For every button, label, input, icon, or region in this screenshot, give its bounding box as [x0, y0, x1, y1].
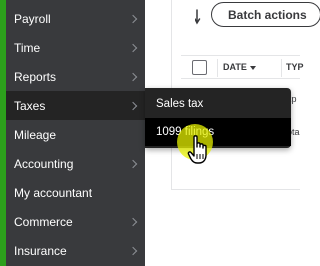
submenu-item-sales-tax[interactable]: Sales tax	[145, 90, 291, 118]
sort-down-icon	[249, 65, 256, 70]
column-header-date[interactable]: DATE	[223, 62, 256, 72]
chevron-right-icon	[128, 101, 138, 110]
sidebar-item-label: Commerce	[14, 214, 73, 229]
column-header-type[interactable]: TYP	[286, 62, 304, 72]
sidebar-item-commerce[interactable]: Commerce	[6, 207, 145, 236]
sidebar-item-my-accountant[interactable]: My accountant	[6, 178, 145, 207]
batch-actions-button[interactable]: Batch actions	[211, 2, 320, 27]
sidebar-item-label: Payroll	[14, 11, 51, 26]
sidebar-item-insurance[interactable]: Insurance	[6, 236, 145, 265]
sidebar-item-label: Accounting	[14, 156, 74, 171]
column-divider	[217, 59, 218, 77]
sidebar-item-label: Reports	[14, 69, 57, 84]
left-sidebar: Payroll Time Reports Taxes Mileage Accou…	[0, 0, 145, 266]
chevron-right-icon	[128, 72, 138, 81]
submenu-item-1099-filings[interactable]: 1099 filings	[145, 118, 291, 146]
chevron-right-icon	[128, 43, 138, 52]
taxes-submenu: Sales tax 1099 filings	[145, 88, 291, 148]
table-header: DATE TYP	[181, 55, 304, 79]
sidebar-item-label: Insurance	[14, 243, 67, 258]
sidebar-item-label: Mileage	[14, 127, 57, 142]
sidebar-item-mileage[interactable]: Mileage	[6, 120, 145, 149]
hand-pointer-icon	[187, 135, 207, 164]
chevron-right-icon	[128, 217, 138, 226]
sidebar-item-reports[interactable]: Reports	[6, 62, 145, 91]
sidebar-item-accounting[interactable]: Accounting	[6, 149, 145, 178]
sidebar-item-time[interactable]: Time	[6, 33, 145, 62]
chevron-right-icon	[128, 246, 138, 255]
sidebar-item-payroll[interactable]: Payroll	[6, 4, 145, 33]
sidebar-item-taxes[interactable]: Taxes	[6, 91, 145, 120]
sort-arrow-icon[interactable]	[195, 8, 207, 26]
column-header-label: DATE	[223, 62, 247, 72]
sidebar-item-label: Taxes	[14, 98, 46, 113]
sidebar-item-label: My accountant	[14, 185, 93, 200]
sidebar-item-label: Time	[14, 40, 41, 55]
column-divider	[281, 59, 282, 77]
select-all-checkbox[interactable]	[192, 60, 207, 75]
chevron-right-icon	[128, 14, 138, 23]
chevron-right-icon	[128, 159, 138, 168]
